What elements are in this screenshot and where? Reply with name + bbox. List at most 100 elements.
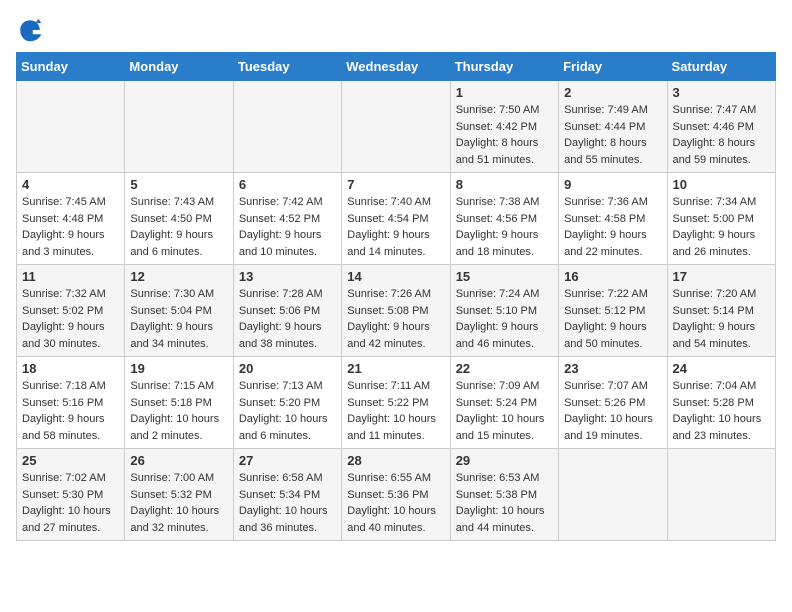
weekday-header-tuesday: Tuesday [233, 53, 341, 81]
weekday-header-sunday: Sunday [17, 53, 125, 81]
calendar-cell: 27 Sunrise: 6:58 AM Sunset: 5:34 PM Dayli… [233, 449, 341, 541]
calendar-cell: 28 Sunrise: 6:55 AM Sunset: 5:36 PM Dayli… [342, 449, 450, 541]
day-info: Sunrise: 7:36 AM Sunset: 4:58 PM Dayligh… [564, 194, 661, 260]
calendar-cell: 19 Sunrise: 7:15 AM Sunset: 5:18 PM Dayli… [125, 357, 233, 449]
day-info: Sunrise: 7:24 AM Sunset: 5:10 PM Dayligh… [456, 286, 553, 352]
calendar-cell: 6Sunrise: 7:42 AM Sunset: 4:52 PM Daylig… [233, 173, 341, 265]
calendar-cell: 21 Sunrise: 7:11 AM Sunset: 5:22 PM Dayli… [342, 357, 450, 449]
calendar-cell: 4 Sunrise: 7:45 AM Sunset: 4:48 PM Daylig… [17, 173, 125, 265]
weekday-header-monday: Monday [125, 53, 233, 81]
day-info: Sunrise: 7:20 AM Sunset: 5:14 PM Dayligh… [673, 286, 770, 352]
calendar-week-row: 25 Sunrise: 7:02 AM Sunset: 5:30 PM Dayli… [17, 449, 776, 541]
day-info: Sunrise: 7:22 AM Sunset: 5:12 PM Dayligh… [564, 286, 661, 352]
day-number: 23 [564, 361, 661, 376]
calendar-week-row: 1 Sunrise: 7:50 AM Sunset: 4:42 PM Daylig… [17, 81, 776, 173]
calendar-cell [342, 81, 450, 173]
day-number: 12 [130, 269, 227, 284]
day-info: Sunrise: 7:07 AM Sunset: 5:26 PM Dayligh… [564, 378, 661, 444]
day-info: Sunrise: 7:13 AM Sunset: 5:20 PM Dayligh… [239, 378, 336, 444]
weekday-header-saturday: Saturday [667, 53, 775, 81]
calendar-cell: 16 Sunrise: 7:22 AM Sunset: 5:12 PM Dayli… [559, 265, 667, 357]
calendar-cell: 26 Sunrise: 7:00 AM Sunset: 5:32 PM Dayli… [125, 449, 233, 541]
calendar-week-row: 4 Sunrise: 7:45 AM Sunset: 4:48 PM Daylig… [17, 173, 776, 265]
day-number: 17 [673, 269, 770, 284]
calendar-week-row: 11 Sunrise: 7:32 AM Sunset: 5:02 PM Dayli… [17, 265, 776, 357]
day-number: 1 [456, 85, 553, 100]
calendar-cell: 9 Sunrise: 7:36 AM Sunset: 4:58 PM Daylig… [559, 173, 667, 265]
day-number: 21 [347, 361, 444, 376]
day-number: 4 [22, 177, 119, 192]
calendar-cell: 7 Sunrise: 7:40 AM Sunset: 4:54 PM Daylig… [342, 173, 450, 265]
page-header [16, 16, 776, 44]
calendar-cell: 25 Sunrise: 7:02 AM Sunset: 5:30 PM Dayli… [17, 449, 125, 541]
day-info: Sunrise: 7:32 AM Sunset: 5:02 PM Dayligh… [22, 286, 119, 352]
day-number: 11 [22, 269, 119, 284]
day-number: 20 [239, 361, 336, 376]
day-number: 7 [347, 177, 444, 192]
calendar-cell: 12 Sunrise: 7:30 AM Sunset: 5:04 PM Dayli… [125, 265, 233, 357]
calendar-cell: 24Sunrise: 7:04 AM Sunset: 5:28 PM Dayli… [667, 357, 775, 449]
day-number: 5 [130, 177, 227, 192]
day-number: 18 [22, 361, 119, 376]
day-info: Sunrise: 7:11 AM Sunset: 5:22 PM Dayligh… [347, 378, 444, 444]
calendar-cell: 23 Sunrise: 7:07 AM Sunset: 5:26 PM Dayli… [559, 357, 667, 449]
logo [16, 16, 48, 44]
day-info: Sunrise: 7:02 AM Sunset: 5:30 PM Dayligh… [22, 470, 119, 536]
day-info: Sunrise: 7:40 AM Sunset: 4:54 PM Dayligh… [347, 194, 444, 260]
day-number: 27 [239, 453, 336, 468]
day-info: Sunrise: 6:53 AM Sunset: 5:38 PM Dayligh… [456, 470, 553, 536]
day-info: Sunrise: 7:49 AM Sunset: 4:44 PM Dayligh… [564, 102, 661, 168]
day-number: 29 [456, 453, 553, 468]
day-info: Sunrise: 7:50 AM Sunset: 4:42 PM Dayligh… [456, 102, 553, 168]
calendar-cell: 11 Sunrise: 7:32 AM Sunset: 5:02 PM Dayli… [17, 265, 125, 357]
calendar-cell: 3Sunrise: 7:47 AM Sunset: 4:46 PM Daylig… [667, 81, 775, 173]
day-info: Sunrise: 7:38 AM Sunset: 4:56 PM Dayligh… [456, 194, 553, 260]
day-info: Sunrise: 7:30 AM Sunset: 5:04 PM Dayligh… [130, 286, 227, 352]
day-number: 26 [130, 453, 227, 468]
calendar-cell: 13 Sunrise: 7:28 AM Sunset: 5:06 PM Dayli… [233, 265, 341, 357]
calendar-cell: 5 Sunrise: 7:43 AM Sunset: 4:50 PM Daylig… [125, 173, 233, 265]
calendar-cell: 10 Sunrise: 7:34 AM Sunset: 5:00 PM Dayli… [667, 173, 775, 265]
day-number: 9 [564, 177, 661, 192]
day-number: 13 [239, 269, 336, 284]
day-number: 19 [130, 361, 227, 376]
weekday-header-row: SundayMondayTuesdayWednesdayThursdayFrid… [17, 53, 776, 81]
day-info: Sunrise: 7:15 AM Sunset: 5:18 PM Dayligh… [130, 378, 227, 444]
day-number: 25 [22, 453, 119, 468]
day-number: 10 [673, 177, 770, 192]
calendar-cell: 8Sunrise: 7:38 AM Sunset: 4:56 PM Daylig… [450, 173, 558, 265]
day-number: 2 [564, 85, 661, 100]
calendar-cell: 20 Sunrise: 7:13 AM Sunset: 5:20 PM Dayli… [233, 357, 341, 449]
day-number: 3 [673, 85, 770, 100]
day-number: 16 [564, 269, 661, 284]
calendar-cell [233, 81, 341, 173]
weekday-header-friday: Friday [559, 53, 667, 81]
calendar-cell: 2 Sunrise: 7:49 AM Sunset: 4:44 PM Daylig… [559, 81, 667, 173]
calendar-cell: 17 Sunrise: 7:20 AM Sunset: 5:14 PM Dayli… [667, 265, 775, 357]
calendar-cell: 29 Sunrise: 6:53 AM Sunset: 5:38 PM Dayli… [450, 449, 558, 541]
day-info: Sunrise: 7:00 AM Sunset: 5:32 PM Dayligh… [130, 470, 227, 536]
day-info: Sunrise: 7:04 AM Sunset: 5:28 PM Dayligh… [673, 378, 770, 444]
day-number: 14 [347, 269, 444, 284]
day-info: Sunrise: 7:43 AM Sunset: 4:50 PM Dayligh… [130, 194, 227, 260]
day-info: Sunrise: 6:55 AM Sunset: 5:36 PM Dayligh… [347, 470, 444, 536]
weekday-header-thursday: Thursday [450, 53, 558, 81]
calendar-table: SundayMondayTuesdayWednesdayThursdayFrid… [16, 52, 776, 541]
calendar-cell: 14 Sunrise: 7:26 AM Sunset: 5:08 PM Dayli… [342, 265, 450, 357]
day-info: Sunrise: 7:26 AM Sunset: 5:08 PM Dayligh… [347, 286, 444, 352]
day-info: Sunrise: 6:58 AM Sunset: 5:34 PM Dayligh… [239, 470, 336, 536]
day-number: 28 [347, 453, 444, 468]
calendar-cell: 22Sunrise: 7:09 AM Sunset: 5:24 PM Dayli… [450, 357, 558, 449]
calendar-cell [125, 81, 233, 173]
day-info: Sunrise: 7:09 AM Sunset: 5:24 PM Dayligh… [456, 378, 553, 444]
calendar-week-row: 18 Sunrise: 7:18 AM Sunset: 5:16 PM Dayli… [17, 357, 776, 449]
day-info: Sunrise: 7:18 AM Sunset: 5:16 PM Dayligh… [22, 378, 119, 444]
weekday-header-wednesday: Wednesday [342, 53, 450, 81]
day-info: Sunrise: 7:34 AM Sunset: 5:00 PM Dayligh… [673, 194, 770, 260]
calendar-cell: 1 Sunrise: 7:50 AM Sunset: 4:42 PM Daylig… [450, 81, 558, 173]
day-info: Sunrise: 7:28 AM Sunset: 5:06 PM Dayligh… [239, 286, 336, 352]
calendar-cell [559, 449, 667, 541]
day-info: Sunrise: 7:45 AM Sunset: 4:48 PM Dayligh… [22, 194, 119, 260]
logo-icon [16, 16, 44, 44]
calendar-cell: 15Sunrise: 7:24 AM Sunset: 5:10 PM Dayli… [450, 265, 558, 357]
